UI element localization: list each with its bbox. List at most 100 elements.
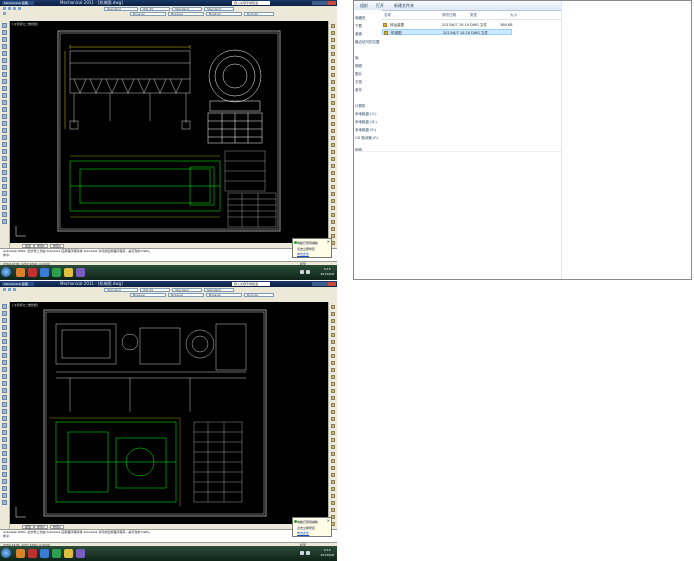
rotate-tool-icon[interactable] (2, 163, 7, 168)
nav-desktop[interactable]: 桌面 (355, 32, 362, 37)
chamfer-tool-icon[interactable] (2, 205, 7, 210)
dimension-tool-icon[interactable] (331, 368, 335, 372)
color-select[interactable]: ByLayer (130, 11, 166, 16)
dimension-tool-icon[interactable] (331, 143, 335, 147)
close-button[interactable] (328, 1, 336, 5)
volume-icon[interactable] (306, 270, 310, 274)
network-icon[interactable] (300, 551, 304, 555)
new-icon[interactable] (3, 288, 6, 291)
linetype-select[interactable]: ByLayer (168, 11, 204, 16)
notification-link[interactable]: 单击此处 (297, 252, 309, 256)
ellipse-tool-icon[interactable] (2, 72, 7, 77)
circle-tool-icon[interactable] (2, 339, 7, 344)
close-button[interactable] (328, 282, 336, 286)
folder-taskbar-icon[interactable] (64, 549, 73, 558)
extend-tool-icon[interactable] (2, 191, 7, 196)
erase-tool-icon[interactable] (2, 402, 7, 407)
start-button[interactable] (1, 548, 11, 558)
dimension-tool-icon[interactable] (331, 59, 335, 63)
dimension-tool-icon[interactable] (331, 431, 335, 435)
dimension-tool-icon[interactable] (331, 157, 335, 161)
dimension-tool-icon[interactable] (331, 326, 335, 330)
dimension-tool-icon[interactable] (331, 452, 335, 456)
app-taskbar-icon[interactable] (52, 268, 61, 277)
network-icon[interactable] (300, 270, 304, 274)
nav-drive-c[interactable]: 本地磁盘 (C:) (355, 112, 376, 117)
new-icon[interactable] (3, 7, 6, 10)
move-tool-icon[interactable] (2, 437, 7, 442)
tab-model[interactable]: 模型 (22, 524, 35, 529)
copy-tool-icon[interactable] (2, 128, 7, 133)
folder-taskbar-icon[interactable] (64, 268, 73, 277)
dimension-tool-icon[interactable] (331, 122, 335, 126)
linetype-select[interactable]: ByLayer (168, 292, 204, 297)
column-type[interactable]: 类型 (470, 13, 477, 18)
volume-icon[interactable] (306, 551, 310, 555)
fillet-tool-icon[interactable] (2, 212, 7, 217)
dimension-tool-icon[interactable] (331, 347, 335, 351)
dimension-tool-icon[interactable] (331, 312, 335, 316)
stretch-tool-icon[interactable] (2, 177, 7, 182)
start-button[interactable] (1, 267, 11, 277)
dimension-tool-icon[interactable] (331, 73, 335, 77)
explorer-taskbar-icon[interactable] (16, 268, 25, 277)
explode-tool-icon[interactable] (2, 219, 7, 224)
dimension-tool-icon[interactable] (331, 466, 335, 470)
arc-tool-icon[interactable] (2, 332, 7, 337)
dimension-tool-icon[interactable] (331, 333, 335, 337)
command-line[interactable]: Autodesk DWG. 此文件上次由 Autodesk 应用程序保存或 Au… (0, 248, 337, 262)
maximize-button[interactable] (320, 1, 328, 5)
nav-favorites[interactable]: 收藏夹 (355, 16, 366, 21)
spline-tool-icon[interactable] (2, 65, 7, 70)
dimension-tool-icon[interactable] (331, 319, 335, 323)
drawing-canvas[interactable]: [-][俯视][二维线框] (10, 302, 328, 524)
column-name[interactable]: 名称 (384, 13, 391, 18)
tab-model[interactable]: 模型 (22, 243, 35, 248)
nav-downloads[interactable]: 下载 (355, 24, 362, 29)
multileader-style-select[interactable]: Standard (204, 287, 234, 292)
rotate-tool-icon[interactable] (2, 444, 7, 449)
save-icon[interactable] (13, 288, 16, 291)
dimension-tool-icon[interactable] (331, 38, 335, 42)
tab-layout2[interactable]: 布局2 (50, 243, 64, 248)
dimension-tool-icon[interactable] (331, 115, 335, 119)
dimension-tool-icon[interactable] (331, 45, 335, 49)
text-tool-icon[interactable] (2, 114, 7, 119)
dimension-tool-icon[interactable] (331, 206, 335, 210)
close-icon[interactable]: × (327, 239, 330, 244)
media-taskbar-icon[interactable] (76, 268, 85, 277)
rectangle-tool-icon[interactable] (2, 325, 7, 330)
fillet-tool-icon[interactable] (2, 493, 7, 498)
dimension-tool-icon[interactable] (331, 129, 335, 133)
maximize-button[interactable] (320, 282, 328, 286)
color-select[interactable]: ByLayer (130, 292, 166, 297)
ellipse-tool-icon[interactable] (2, 353, 7, 358)
nav-documents[interactable]: 文档 (355, 80, 362, 85)
trim-tool-icon[interactable] (2, 184, 7, 189)
scale-tool-icon[interactable] (2, 451, 7, 456)
array-tool-icon[interactable] (2, 149, 7, 154)
dimension-tool-icon[interactable] (331, 136, 335, 140)
extend-tool-icon[interactable] (2, 472, 7, 477)
move-tool-icon[interactable] (2, 156, 7, 161)
table-style-select[interactable]: Standard (172, 6, 202, 11)
nav-computer[interactable]: 计算机 (355, 104, 366, 109)
browser-taskbar-icon[interactable] (40, 268, 49, 277)
dimension-tool-icon[interactable] (331, 480, 335, 484)
dimension-tool-icon[interactable] (331, 80, 335, 84)
block-tool-icon[interactable] (2, 360, 7, 365)
lineweight-select[interactable]: ByLayer (206, 292, 242, 297)
spline-tool-icon[interactable] (2, 346, 7, 351)
polygon-tool-icon[interactable] (2, 37, 7, 42)
dimension-tool-icon[interactable] (331, 66, 335, 70)
minimize-button[interactable] (312, 282, 320, 286)
open-button[interactable]: 打开 (376, 3, 384, 9)
polyline-tool-icon[interactable] (2, 30, 7, 35)
dimension-tool-icon[interactable] (331, 213, 335, 217)
text-style-select[interactable]: Standard (104, 6, 138, 11)
workspace-dropdown[interactable]: Mechanical 经典 (2, 1, 34, 5)
app-taskbar-icon[interactable] (52, 549, 61, 558)
region-tool-icon[interactable] (2, 100, 7, 105)
cad-taskbar-icon[interactable] (28, 549, 37, 558)
dim-style-select[interactable]: ISO-25 (140, 287, 170, 292)
